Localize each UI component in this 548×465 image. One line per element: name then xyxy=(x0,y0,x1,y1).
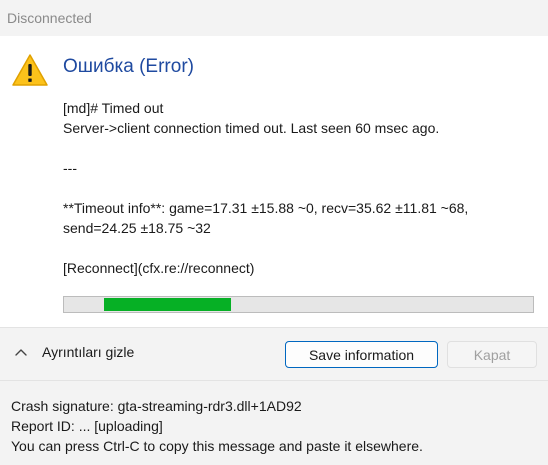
warning-icon xyxy=(12,54,48,86)
title-bar: Disconnected xyxy=(0,0,548,36)
report-id-text: Report ID: ... [uploading] xyxy=(11,418,163,434)
error-heading: Ошибка (Error) xyxy=(63,56,194,77)
timeout-info-line-continued: send=24.25 ±18.75 ~32 xyxy=(63,220,211,236)
error-code-line: [md]# Timed out xyxy=(63,100,164,116)
progress-bar-fill xyxy=(104,298,231,311)
copy-hint-text: You can press Ctrl-C to copy this messag… xyxy=(11,438,423,454)
separator-line: --- xyxy=(63,160,77,176)
reconnect-link-text: [Reconnect](cfx.re://reconnect) xyxy=(63,260,255,276)
close-button[interactable]: Kapat xyxy=(447,341,537,368)
dialog-footer: Ayrıntıları gizle Save information Kapat xyxy=(0,327,548,380)
crash-signature-text: Crash signature: gta-streaming-rdr3.dll+… xyxy=(11,398,302,414)
error-message-body: [md]# Timed out Server->client connectio… xyxy=(63,98,533,278)
dialog-content: Ошибка (Error) [md]# Timed out Server->c… xyxy=(0,36,548,327)
save-information-button[interactable]: Save information xyxy=(285,341,438,368)
progress-bar xyxy=(63,296,534,313)
timeout-info-line: **Timeout info**: game=17.31 ±15.88 ~0, … xyxy=(63,200,469,216)
window-title: Disconnected xyxy=(7,10,92,26)
error-message-line: Server->client connection timed out. Las… xyxy=(63,120,440,136)
hide-details-toggle[interactable]: Ayrıntıları gizle xyxy=(14,344,134,360)
error-dialog-window: Disconnected Ошибка (Error) [md]# Timed … xyxy=(0,0,548,465)
chevron-up-icon xyxy=(15,349,27,356)
hide-details-label: Ayrıntıları gizle xyxy=(42,344,135,360)
details-panel: Crash signature: gta-streaming-rdr3.dll+… xyxy=(0,380,548,465)
